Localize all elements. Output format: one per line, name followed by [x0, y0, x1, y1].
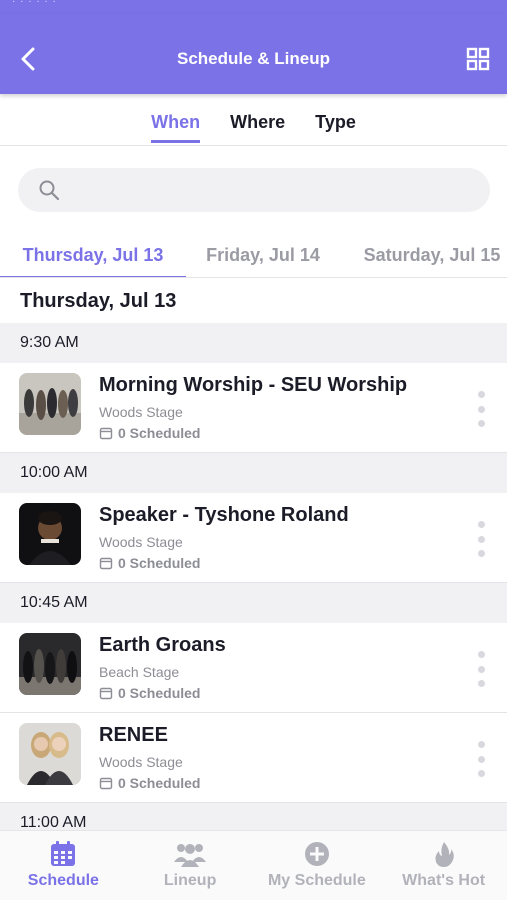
more-options-button[interactable] [475, 521, 487, 557]
tab-when[interactable]: When [151, 94, 201, 145]
event-title: RENEE [99, 724, 168, 746]
bottom-nav: Schedule Lineup My Schedule What's Hot [0, 830, 507, 900]
nav-whats-hot[interactable]: What's Hot [380, 831, 507, 900]
scheduled-count: 0 Scheduled [99, 775, 200, 791]
event-row-renee[interactable]: RENEE Woods Stage 0 Scheduled [0, 713, 507, 803]
search-icon [39, 180, 60, 201]
tab-friday[interactable]: Friday, Jul 14 [196, 234, 330, 277]
tab-saturday[interactable]: Saturday, Jul 15 [352, 234, 507, 277]
scheduled-count: 0 Scheduled [99, 425, 200, 441]
people-icon [174, 844, 207, 867]
event-stage: Beach Stage [99, 664, 180, 680]
more-options-button[interactable] [475, 651, 487, 687]
scheduled-count: 0 Scheduled [99, 685, 200, 701]
time-header: 9:30 AM [0, 323, 507, 363]
tab-where[interactable]: Where [230, 94, 285, 145]
nav-label: What's Hot [402, 872, 486, 889]
search-bar [18, 168, 490, 212]
event-title: Morning Worship - SEU Worship [99, 374, 408, 396]
event-row-earth-groans[interactable]: Earth Groans Beach Stage 0 Scheduled [0, 623, 507, 713]
event-title: Earth Groans [99, 634, 226, 656]
date-heading: Thursday, Jul 13 [20, 290, 177, 312]
scheduled-label: 0 Scheduled [118, 775, 201, 791]
event-stage: Woods Stage [99, 754, 183, 770]
scheduled-label: 0 Scheduled [118, 425, 201, 441]
plus-circle-icon [304, 842, 329, 866]
grid-icon [466, 47, 490, 71]
calendar-small-icon [99, 687, 113, 700]
grid-view-button[interactable] [463, 44, 493, 74]
more-options-button[interactable] [475, 391, 487, 427]
event-thumbnail [19, 503, 81, 565]
event-stage: Woods Stage [99, 404, 183, 420]
status-bar: · · · · · · [0, 0, 507, 14]
nav-lineup[interactable]: Lineup [127, 831, 254, 900]
calendar-icon [51, 841, 76, 866]
event-thumbnail [19, 723, 81, 785]
calendar-small-icon [99, 557, 113, 570]
time-header: 10:00 AM [0, 453, 507, 493]
nav-label: Lineup [163, 872, 217, 889]
calendar-small-icon [99, 777, 113, 790]
nav-label: My Schedule [267, 872, 366, 889]
tab-type[interactable]: Type [315, 94, 356, 145]
tab-thursday[interactable]: Thursday, Jul 13 [0, 234, 186, 277]
scheduled-count: 0 Scheduled [99, 555, 200, 571]
event-thumbnail [19, 633, 81, 695]
event-row-speaker[interactable]: Speaker - Tyshone Roland Woods Stage 0 S… [0, 493, 507, 583]
nav-label: Schedule [27, 872, 99, 889]
page-title: Schedule & Lineup [176, 49, 331, 68]
event-title: Speaker - Tyshone Roland [99, 504, 349, 526]
event-stage: Woods Stage [99, 534, 183, 550]
scheduled-label: 0 Scheduled [118, 685, 201, 701]
calendar-small-icon [99, 427, 113, 440]
event-row-morning-worship[interactable]: Morning Worship - SEU Worship Woods Stag… [0, 363, 507, 453]
filter-tabs: When Where Type [0, 94, 507, 146]
more-options-button[interactable] [475, 741, 487, 777]
top-app-bar: Schedule & Lineup [0, 14, 507, 94]
nav-my-schedule[interactable]: My Schedule [254, 831, 381, 900]
search-input[interactable] [70, 181, 470, 199]
event-thumbnail [19, 373, 81, 435]
nav-schedule[interactable]: Schedule [0, 831, 127, 900]
time-header: 10:45 AM [0, 583, 507, 623]
scheduled-label: 0 Scheduled [118, 555, 201, 571]
day-tabs: Thursday, Jul 13 Friday, Jul 14 Saturday… [0, 234, 507, 278]
flame-icon [435, 842, 454, 867]
